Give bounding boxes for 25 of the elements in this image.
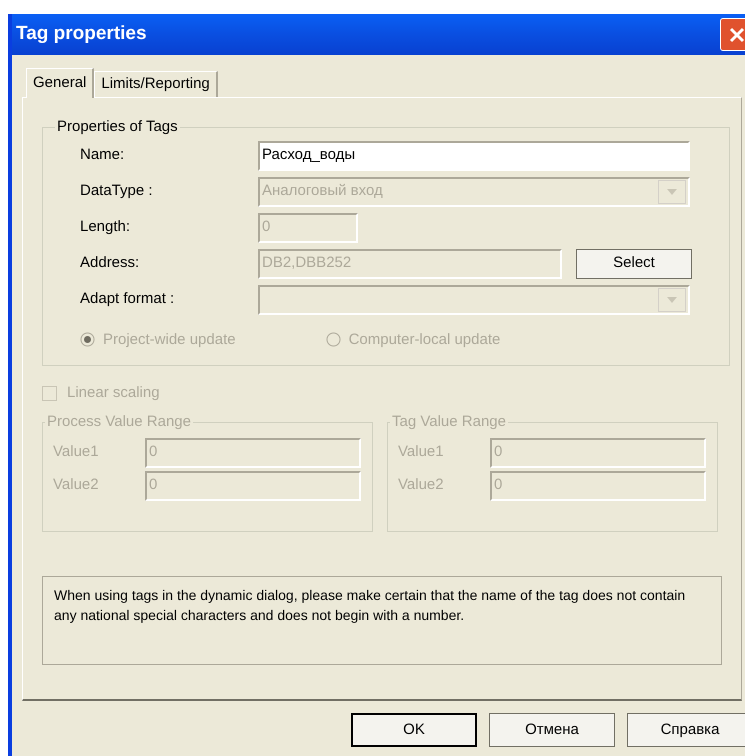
field-label: Length:: [80, 217, 132, 238]
field-label: Value2: [53, 475, 100, 496]
window-title: Tag properties: [16, 22, 148, 46]
group-title: Tag Value Range: [391, 412, 507, 432]
text-field[interactable]: Расход_воды: [258, 140, 690, 170]
group-title: Properties of Tags: [56, 117, 179, 137]
tab[interactable]: General: [26, 68, 94, 98]
field-label: Value1: [53, 442, 100, 462]
field-label: Adapt format :: [80, 289, 176, 310]
radio-label: Computer-local update: [348, 330, 500, 350]
tab[interactable]: Limits/Reporting: [94, 71, 218, 97]
radio-label: Project-wide update: [103, 330, 236, 350]
checkbox-label: Linear scaling: [67, 382, 160, 403]
dialog-button[interactable]: Отмена: [489, 713, 615, 747]
dialog-button[interactable]: OK: [351, 713, 477, 747]
group-title: Process Value Range: [46, 412, 192, 432]
dialog-button[interactable]: Справка: [627, 713, 745, 747]
field-label: Name:: [80, 145, 126, 166]
field-label: DataType :: [80, 181, 154, 202]
field-label: Address:: [80, 253, 140, 274]
close-button[interactable]: [720, 18, 745, 51]
field-label: Value2: [398, 475, 445, 496]
note-text: When using tags in the dynamic dialog, please make certain that the name of the tag does not contain any national special characters and does not begin with a number.: [54, 586, 686, 625]
close-icon: [728, 26, 745, 44]
field-label: Value1: [398, 442, 445, 462]
